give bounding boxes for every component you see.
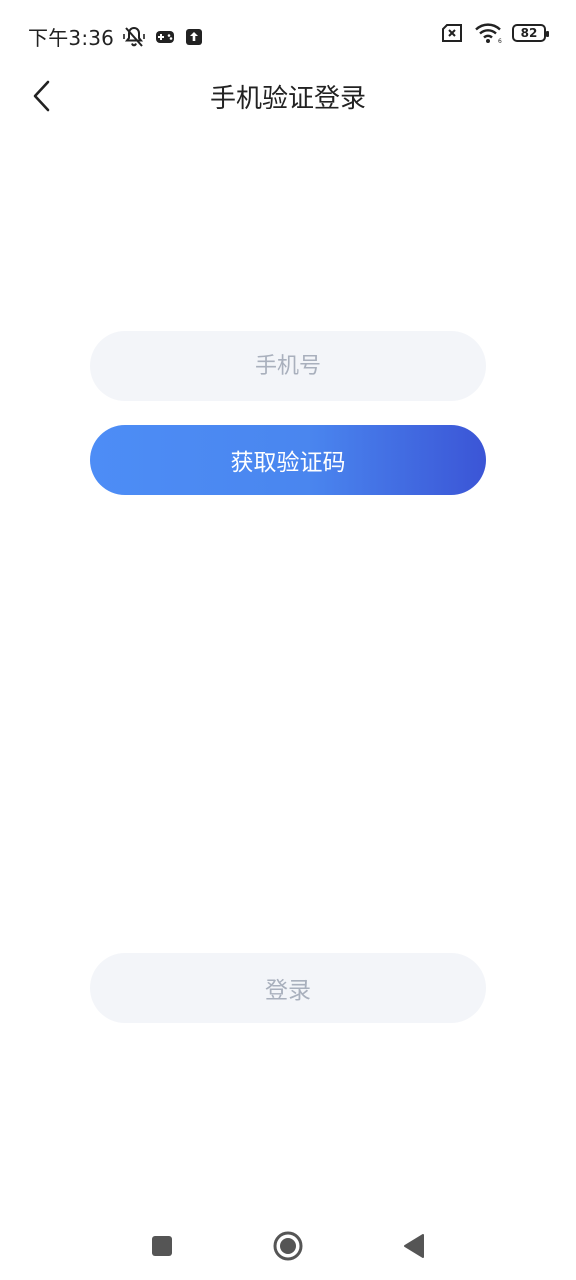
system-back-button[interactable] (394, 1228, 434, 1264)
system-nav-bar (0, 1210, 576, 1280)
battery-level: 82 (520, 26, 538, 40)
status-right: 6 82 (440, 22, 549, 44)
get-code-label: 获取验证码 (230, 450, 346, 476)
get-code-button[interactable]: 获取验证码 (90, 425, 486, 495)
login-label: 登录 (265, 978, 311, 1004)
bell-muted-icon (122, 25, 146, 49)
status-left: 下午3:36 (28, 22, 204, 51)
page-title: 手机验证登录 (209, 84, 366, 114)
status-time: 下午3:36 (28, 26, 115, 50)
header: 手机验证登录 (0, 68, 576, 124)
sim-x-icon (440, 23, 464, 43)
phone-input[interactable] (90, 331, 486, 401)
svg-text:6: 6 (498, 38, 502, 44)
upload-icon (184, 27, 204, 47)
battery-icon: 82 (512, 24, 549, 42)
status-bar: 下午3:36 6 82 (0, 0, 576, 72)
back-triangle-icon (404, 1234, 424, 1258)
login-button[interactable]: 登录 (90, 953, 486, 1023)
wifi-icon: 6 (474, 22, 502, 44)
home-button[interactable] (268, 1228, 308, 1264)
home-circle-icon (273, 1231, 303, 1261)
recents-square-icon (152, 1236, 172, 1256)
gamepad-icon (154, 28, 176, 46)
recents-button[interactable] (142, 1228, 182, 1264)
